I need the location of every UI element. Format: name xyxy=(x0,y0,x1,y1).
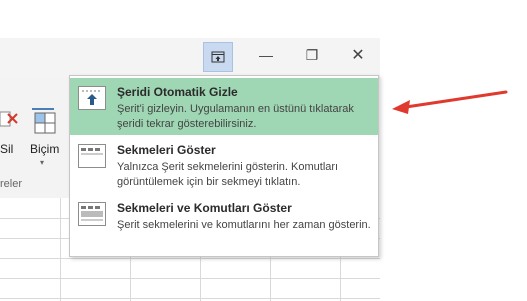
grid-line xyxy=(60,198,61,301)
menu-item-title: Sekmeleri Göster xyxy=(117,143,216,157)
close-icon: ✕ xyxy=(351,47,365,64)
chevron-down-icon[interactable]: ▾ xyxy=(40,158,44,167)
ribbon-display-options-button[interactable] xyxy=(203,42,233,72)
ribbon-group-label: reler xyxy=(0,178,23,190)
close-button[interactable]: ✕ xyxy=(343,40,373,70)
minimize-icon: — xyxy=(259,47,273,63)
grid-line xyxy=(0,298,380,299)
menu-item-title: Sekmeleri ve Komutları Göster xyxy=(117,201,292,215)
menu-item-description: Şerit'i gizleyin. Uygulamanın en üstünü … xyxy=(117,103,354,130)
menu-item-title: Şeridi Otomatik Gizle xyxy=(117,85,238,99)
annotation-arrow-icon xyxy=(392,90,508,114)
show-tabs-icon xyxy=(78,144,106,168)
grid-line xyxy=(0,278,380,279)
menu-item-show-tabs[interactable]: Sekmeleri Göster Yalnızca Şerit sekmeler… xyxy=(70,136,378,193)
minimize-button[interactable]: — xyxy=(251,40,281,70)
menu-item-description: Yalnızca Şerit sekmelerini gösterin. Kom… xyxy=(117,161,339,188)
menu-item-show-tabs-and-commands[interactable]: Sekmeleri ve Komutları Göster Şerit sekm… xyxy=(70,194,378,251)
delete-cells-button[interactable] xyxy=(0,108,20,138)
menu-item-description: Şerit sekmelerini ve komutlarını her zam… xyxy=(117,219,371,231)
delete-label: Sil xyxy=(0,142,14,156)
format-label[interactable]: Biçim xyxy=(30,142,59,156)
menu-item-auto-hide-ribbon[interactable]: Şeridi Otomatik Gizle Şerit'i gizleyin. … xyxy=(70,78,378,135)
ribbon-display-options-icon xyxy=(211,51,225,63)
ribbon-display-options-menu: Şeridi Otomatik Gizle Şerit'i gizleyin. … xyxy=(69,75,379,257)
format-cells-button[interactable] xyxy=(30,106,58,136)
grid-line xyxy=(0,258,380,259)
ribbon-partial: Sil Biçim ▾ reler xyxy=(0,78,71,198)
auto-hide-ribbon-icon xyxy=(78,86,106,110)
show-tabs-and-commands-icon xyxy=(78,202,106,226)
format-cells-icon xyxy=(32,108,56,134)
restore-icon: ❐ xyxy=(305,46,319,63)
delete-cells-icon xyxy=(0,111,18,127)
restore-button[interactable]: ❐ xyxy=(297,40,327,70)
